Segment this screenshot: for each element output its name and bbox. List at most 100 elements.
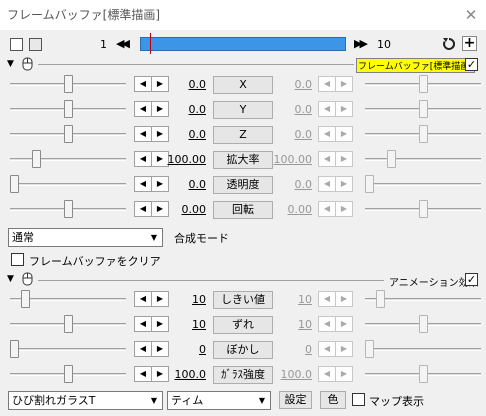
slider-thumb[interactable] [365,175,374,193]
arrow-left-icon[interactable]: ◀ [318,341,336,357]
arrow-right-icon[interactable]: ▶ [336,316,353,332]
slider-thumb[interactable] [419,365,428,383]
arrow-right-icon[interactable]: ▶ [336,176,353,192]
arrow-left-icon[interactable]: ◀ [134,316,152,332]
collapse-triangle-icon[interactable]: ▼ [7,59,14,69]
value-stepper[interactable]: ◀ ▶ [318,151,353,167]
add-filter-button[interactable]: + [462,36,477,51]
slider-thumb[interactable] [419,125,428,143]
arrow-left-icon[interactable]: ◀ [134,291,152,307]
slider-track[interactable] [365,183,481,186]
end-value[interactable]: 10 [266,318,312,331]
filter-enable-checkbox[interactable]: ✓ [465,273,478,286]
slider-thumb[interactable] [64,75,73,93]
slider-thumb[interactable] [365,340,374,358]
slider-thumb[interactable] [10,340,19,358]
start-value[interactable]: 10 [160,293,206,306]
slider-thumb[interactable] [64,125,73,143]
value-stepper[interactable]: ◀ ▶ [318,126,353,142]
arrow-left-icon[interactable]: ◀ [318,201,336,217]
sync-icon[interactable] [442,37,456,52]
end-value[interactable]: 0.0 [266,178,313,191]
arrow-right-icon[interactable]: ▶ [336,366,353,382]
value-stepper[interactable]: ◀ ▶ [318,176,353,192]
param-button[interactable]: 透明度 [213,176,273,194]
param-button[interactable]: 回転 [213,201,273,219]
arrow-left-icon[interactable]: ◀ [318,76,336,92]
param-button[interactable]: 拡大率 [213,151,273,169]
arrow-left-icon[interactable]: ◀ [134,366,152,382]
slider-track[interactable] [10,348,126,351]
end-value[interactable]: 100.0 [266,368,313,381]
frame-timeline[interactable] [140,37,346,51]
param-button[interactable]: X [213,76,273,94]
start-value[interactable]: 0.00 [160,203,207,216]
prev-frame-button[interactable]: ◀◀ [116,37,130,50]
effect-select[interactable]: ひび割れガラスT ▼ [8,391,163,410]
slider-thumb[interactable] [419,100,428,118]
param-button[interactable]: しきい値 [213,291,273,309]
value-stepper[interactable]: ◀ ▶ [318,291,353,307]
param-button[interactable]: ずれ [213,316,273,334]
arrow-right-icon[interactable]: ▶ [336,126,353,142]
arrow-right-icon[interactable]: ▶ [336,201,353,217]
end-value[interactable]: 10 [266,293,312,306]
value-stepper[interactable]: ◀ ▶ [318,366,353,382]
timeline-cursor[interactable] [150,33,151,54]
param-button[interactable]: ｶﾞﾗｽ強度 [213,366,273,384]
arrow-right-icon[interactable]: ▶ [336,291,353,307]
arrow-right-icon[interactable]: ▶ [336,151,353,167]
slider-track[interactable] [10,158,126,161]
slider-thumb[interactable] [64,100,73,118]
end-value[interactable]: 0.0 [266,78,313,91]
slider-thumb[interactable] [10,175,19,193]
end-value[interactable]: 0 [266,343,312,356]
arrow-right-icon[interactable]: ▶ [336,101,353,117]
settings-button[interactable]: 設定 [279,391,312,409]
start-value[interactable]: 100.00 [160,153,207,166]
arrow-left-icon[interactable]: ◀ [318,291,336,307]
slider-thumb[interactable] [419,200,428,218]
clear-framebuffer-checkbox[interactable] [11,253,24,266]
slider-thumb[interactable] [387,150,396,168]
param-button[interactable]: ぼかし [213,341,273,359]
start-value[interactable]: 10 [160,318,206,331]
clipping-icon[interactable] [29,38,42,51]
value-stepper[interactable]: ◀ ▶ [318,341,353,357]
arrow-left-icon[interactable]: ◀ [134,176,152,192]
end-value[interactable]: 0.0 [266,128,313,141]
slider-thumb[interactable] [376,290,385,308]
value-stepper[interactable]: ◀ ▶ [318,101,353,117]
arrow-right-icon[interactable]: ▶ [336,341,353,357]
param-button[interactable]: Y [213,101,273,119]
slider-track[interactable] [365,158,481,161]
end-value[interactable]: 0.0 [266,103,313,116]
collapse-triangle-icon[interactable]: ▼ [7,274,14,284]
color-button[interactable]: 色 [320,391,346,409]
camera-control-icon[interactable] [10,38,23,51]
map-display-checkbox[interactable] [352,393,365,406]
arrow-left-icon[interactable]: ◀ [134,151,152,167]
arrow-right-icon[interactable]: ▶ [336,76,353,92]
end-value[interactable]: 0.00 [266,203,313,216]
end-value[interactable]: 100.00 [266,153,313,166]
value-stepper[interactable]: ◀ ▶ [318,316,353,332]
slider-thumb[interactable] [419,75,428,93]
blend-mode-select[interactable]: 通常 ▼ [8,228,163,247]
start-value[interactable]: 0.0 [160,103,207,116]
param-button[interactable]: Z [213,126,273,144]
arrow-left-icon[interactable]: ◀ [318,176,336,192]
slider-track[interactable] [10,183,126,186]
arrow-left-icon[interactable]: ◀ [318,101,336,117]
slider-thumb[interactable] [32,150,41,168]
start-value[interactable]: 100.0 [160,368,207,381]
slider-thumb[interactable] [419,315,428,333]
slider-thumb[interactable] [21,290,30,308]
arrow-left-icon[interactable]: ◀ [318,151,336,167]
start-value[interactable]: 0 [160,343,206,356]
arrow-left-icon[interactable]: ◀ [134,76,152,92]
arrow-left-icon[interactable]: ◀ [134,126,152,142]
arrow-left-icon[interactable]: ◀ [134,201,152,217]
filter-enable-checkbox[interactable]: ✓ [465,58,478,71]
start-value[interactable]: 0.0 [160,78,207,91]
